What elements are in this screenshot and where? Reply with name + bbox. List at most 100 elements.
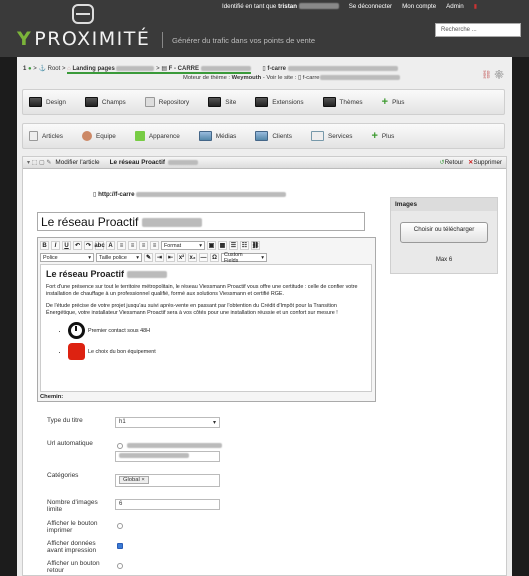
editor-content[interactable]: Le réseau Proactif Fort d'une présence s… <box>40 264 372 392</box>
choose-upload-button[interactable]: Choisir ou télécharger <box>400 222 488 243</box>
site-link[interactable]: f-carre <box>303 75 320 81</box>
crumb-tools[interactable]: ⛓ ⚙ <box>481 70 504 79</box>
outdent-icon[interactable]: ⇤ <box>166 253 175 262</box>
article-url[interactable]: ▯ http://f-carre <box>93 191 287 198</box>
nav-clients[interactable]: Clients <box>255 131 292 141</box>
custom-fields-select[interactable]: Custom Fields ▾ <box>221 252 267 264</box>
content-list-item: Le choix du bon équipement <box>68 343 366 361</box>
top-header: Identifié en tant que tristan Se déconne… <box>0 0 529 57</box>
content-paragraph-1: Fort d'une présence sur tout le territoi… <box>46 284 358 298</box>
title-type-select[interactable]: h1 ▾ <box>115 417 220 428</box>
char-icon[interactable]: Ω <box>210 253 219 262</box>
undo-icon[interactable]: ↶ <box>73 241 82 250</box>
delete-button[interactable]: Supprimer <box>468 159 502 166</box>
table-icon[interactable]: ▦ <box>218 241 227 250</box>
auto-url-checkbox[interactable] <box>117 443 123 449</box>
editor-path: Chemin: <box>40 394 64 400</box>
align-center-icon[interactable]: ≡ <box>128 241 137 250</box>
redo-icon[interactable]: ↷ <box>84 241 93 250</box>
crumb-file[interactable]: f-carre <box>267 66 286 72</box>
article-title-input[interactable]: Le réseau Proactif <box>37 212 365 231</box>
team-icon <box>81 131 92 141</box>
media-icon <box>198 131 212 141</box>
search-input[interactable]: Recherche ... <box>435 23 521 37</box>
back-button[interactable]: Retour <box>440 159 464 166</box>
film-icon <box>255 97 269 107</box>
image-icon[interactable]: ▣ <box>207 241 216 250</box>
clock-icon <box>68 322 85 340</box>
admin-link[interactable]: Admin <box>446 3 464 13</box>
nav-equipe[interactable]: Equipe <box>81 131 116 141</box>
content-paragraph-2: De l'étude précise de votre projet jusqu… <box>46 303 338 317</box>
strike-button[interactable]: abc <box>94 241 105 250</box>
hr-icon[interactable]: — <box>199 253 208 262</box>
print-data-checkbox[interactable] <box>117 543 123 549</box>
article-editor-panel: ▾ ⬚ ▢ ✎ Modifier l'article Le réseau Pro… <box>22 156 507 576</box>
plus-icon: + <box>381 96 389 108</box>
list-number-icon[interactable]: ☷ <box>240 241 249 250</box>
categories-field[interactable]: Global × <box>115 474 220 487</box>
crumb-page[interactable]: F - CARRE <box>169 66 199 72</box>
root-icon: ⚓ <box>38 66 46 72</box>
nav-repository[interactable]: Repository <box>144 97 189 107</box>
editor-toolbar-1: B I U ↶ ↷ abc A ≡ ≡ ≡ ≡ Format ▾ ▣ ▦ ☰ ☷ … <box>40 240 260 251</box>
rich-text-editor: B I U ↶ ↷ abc A ≡ ≡ ≡ ≡ Format ▾ ▣ ▦ ☰ ☷ … <box>37 237 376 402</box>
text-color-button[interactable]: A <box>106 241 115 250</box>
subscript-icon[interactable]: x₂ <box>188 253 197 262</box>
film-icon <box>29 97 42 107</box>
nav-medias[interactable]: Médias <box>198 131 236 141</box>
breadcrumb: 1 ● > ⚓ Root > ⌂ Landing pages > ▤ F - C… <box>23 65 398 74</box>
thumbs-up-icon <box>68 343 85 361</box>
nav-site[interactable]: Site <box>208 97 236 107</box>
main-nav: Design Champs Repository Site Extensions… <box>22 89 505 115</box>
nav-services[interactable]: Services <box>310 131 352 141</box>
format-select[interactable]: Format ▾ <box>161 241 205 250</box>
brand-logo-icon <box>72 4 94 24</box>
nav-themes[interactable]: Thèmes <box>322 97 363 107</box>
size-select[interactable]: Taille police ▾ <box>96 253 142 262</box>
main-panel: 1 ● > ⚓ Root > ⌂ Landing pages > ▤ F - C… <box>17 57 512 576</box>
document-icon <box>144 97 155 107</box>
nav-champs[interactable]: Champs <box>84 97 126 107</box>
justify-icon[interactable]: ≡ <box>150 241 159 250</box>
crumb-root[interactable]: Root <box>48 66 61 72</box>
nav-plus[interactable]: + Plus <box>381 96 405 108</box>
auto-url-field[interactable] <box>115 451 220 462</box>
nav-extensions[interactable]: Extensions <box>255 97 304 107</box>
images-max-label: Max 6 <box>435 257 453 263</box>
print-button-checkbox[interactable] <box>117 523 123 529</box>
font-select[interactable]: Police ▾ <box>40 253 94 262</box>
nav-plus-2[interactable]: + Plus <box>371 131 394 142</box>
account-link[interactable]: Mon compte <box>402 3 436 13</box>
source-icon[interactable]: ✎ <box>144 253 153 262</box>
link-icon[interactable]: ⛓ <box>251 241 260 250</box>
logout-link[interactable]: Se déconnecter <box>349 3 392 13</box>
article-title-header: Le réseau Proactif <box>109 159 166 166</box>
tagline: Générer du trafic dans vos points de ven… <box>172 36 316 45</box>
italic-button[interactable]: I <box>51 241 60 250</box>
flag-fr-icon[interactable]: ▮ <box>474 3 477 13</box>
article-icon <box>29 131 38 141</box>
print-button-label: Afficher le bouton imprimer <box>47 520 98 535</box>
content-heading: Le réseau Proactif <box>46 269 366 279</box>
brand-logo[interactable]: Y PROXIMITÉ <box>17 28 150 50</box>
content-list-item: Premier contact sous 48H <box>68 322 366 340</box>
back-button-checkbox[interactable] <box>117 563 123 569</box>
align-left-icon[interactable]: ≡ <box>117 241 126 250</box>
nav-apparence[interactable]: Apparence <box>134 131 180 141</box>
nav-design[interactable]: Design <box>29 97 66 107</box>
film-icon <box>322 97 336 107</box>
max-images-input[interactable]: 6 <box>115 499 220 510</box>
crumb-landing[interactable]: Landing pages <box>72 66 114 72</box>
settings-icon: ⚙ <box>493 70 504 79</box>
underline-button[interactable]: U <box>62 241 71 250</box>
panel-tools[interactable]: ▾ ⬚ ▢ ✎ <box>27 159 51 166</box>
superscript-icon[interactable]: x² <box>177 253 186 262</box>
align-right-icon[interactable]: ≡ <box>139 241 148 250</box>
bold-button[interactable]: B <box>40 241 49 250</box>
indent-icon[interactable]: ⇥ <box>155 253 164 262</box>
nav-articles[interactable]: Articles <box>29 131 63 141</box>
palette-icon <box>134 131 145 141</box>
user-bar: Identifié en tant que tristan Se déconne… <box>222 3 529 13</box>
list-bullet-icon[interactable]: ☰ <box>229 241 238 250</box>
